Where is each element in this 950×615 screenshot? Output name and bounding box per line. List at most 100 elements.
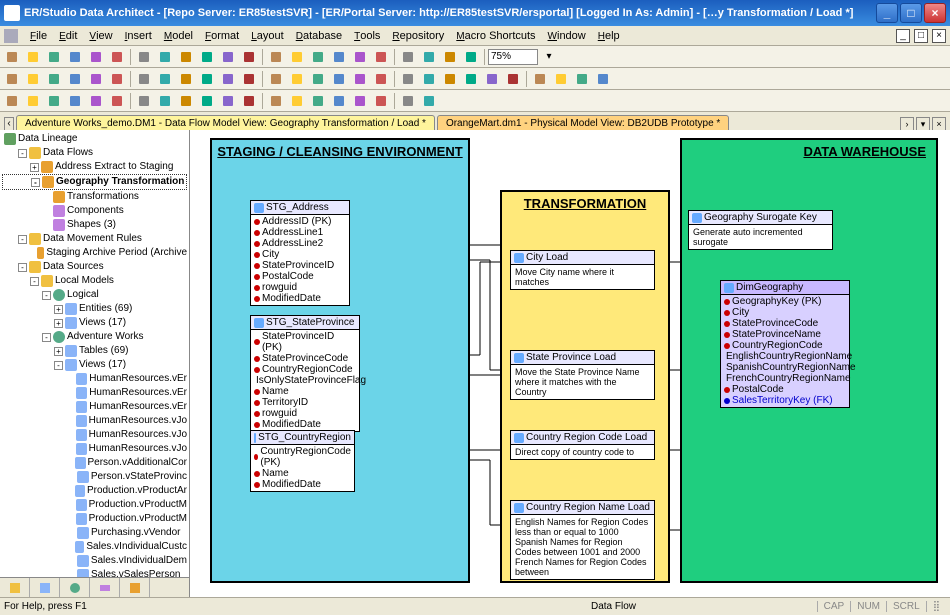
menu-help[interactable]: Help [592, 28, 626, 44]
tree-item[interactable]: -Geography Transformation [2, 174, 187, 190]
tab-close-button[interactable]: × [932, 117, 946, 131]
tree-item[interactable]: -Local Models [2, 274, 187, 288]
tree-toggle[interactable]: + [54, 305, 63, 314]
tree-item[interactable]: +Entities (69) [2, 302, 187, 316]
toolbar-button[interactable] [176, 70, 196, 88]
zoom-dropdown[interactable]: ▾ [539, 48, 559, 66]
toolbar-button[interactable] [350, 70, 370, 88]
tree-toggle[interactable]: + [30, 163, 39, 172]
sidebar-tab-5[interactable] [120, 578, 150, 597]
toolbar-button[interactable] [197, 92, 217, 110]
tree-item[interactable]: +Tables (69) [2, 344, 187, 358]
lineage-tree[interactable]: Data Lineage -Data Flows+Address Extract… [0, 130, 189, 577]
toolbar-button[interactable] [65, 48, 85, 66]
minimize-button[interactable]: _ [876, 3, 898, 23]
toolbar-button[interactable] [2, 70, 22, 88]
toolbar-button[interactable] [239, 92, 259, 110]
tree-item[interactable]: Transformations [2, 190, 187, 204]
menu-repository[interactable]: Repository [386, 28, 450, 44]
maximize-button[interactable]: □ [900, 3, 922, 23]
menu-model[interactable]: Model [158, 28, 199, 44]
toolbar-button[interactable] [44, 70, 64, 88]
menu-format[interactable]: Format [199, 28, 245, 44]
tree-item[interactable]: HumanResources.vEr [2, 372, 187, 386]
entity-stg-address[interactable]: STG_AddressAddressID (PK)AddressLine1Add… [250, 200, 350, 306]
toolbar-button[interactable] [197, 70, 217, 88]
tab-orangemart[interactable]: OrangeMart.dm1 - Physical Model View: DB… [437, 115, 729, 131]
tree-item[interactable]: Sales.vSalesPerson [2, 568, 187, 577]
toolbar-button[interactable] [419, 70, 439, 88]
tree-item[interactable]: Sales.vIndividualCustc [2, 540, 187, 554]
menu-file[interactable]: File [24, 28, 53, 44]
diagram-canvas[interactable]: STAGING / CLEANSING ENVIRONMENT TRANSFOR… [190, 130, 950, 597]
tree-toggle[interactable]: - [18, 235, 27, 244]
tree-toggle[interactable]: - [42, 333, 51, 342]
menu-database[interactable]: Database [290, 28, 348, 44]
tab-scroll-left[interactable]: ‹ [4, 117, 14, 131]
sidebar-tab-1[interactable] [0, 578, 30, 597]
toolbar-button[interactable] [398, 70, 418, 88]
tree-toggle[interactable]: - [54, 361, 63, 370]
toolbar-button[interactable] [593, 70, 613, 88]
tree-toggle[interactable]: - [18, 149, 27, 158]
toolbar-button[interactable] [308, 48, 328, 66]
tree-item[interactable]: Person.vAdditionalCor [2, 456, 187, 470]
tree-item[interactable]: -Data Sources [2, 260, 187, 274]
tree-item[interactable]: -Logical [2, 288, 187, 302]
tree-item[interactable]: HumanResources.vEr [2, 400, 187, 414]
toolbar-button[interactable] [86, 92, 106, 110]
menu-edit[interactable]: Edit [53, 28, 83, 44]
toolbar-button[interactable] [134, 48, 154, 66]
sidebar-tab-2[interactable] [30, 578, 60, 597]
entity-stg-stateprovince[interactable]: STG_StateProvinceStateProvinceID (PK)Sta… [250, 315, 360, 432]
toolbar-button[interactable] [350, 92, 370, 110]
tree-item[interactable]: +Views (17) [2, 316, 187, 330]
toolbar-button[interactable] [197, 48, 217, 66]
toolbar-button[interactable] [329, 92, 349, 110]
tree-item[interactable]: HumanResources.vEr [2, 386, 187, 400]
entity-dimgeography[interactable]: DimGeographyGeographyKey (PK)CityStatePr… [720, 280, 850, 408]
toolbar-button[interactable] [329, 70, 349, 88]
tree-item[interactable]: Shapes (3) [2, 218, 187, 232]
tree-item[interactable]: Production.vProductAr [2, 484, 187, 498]
toolbar-button[interactable] [155, 92, 175, 110]
toolbar-button[interactable] [329, 48, 349, 66]
toolbar-button[interactable] [2, 92, 22, 110]
tab-scroll-right[interactable]: › [900, 117, 914, 131]
toolbar-button[interactable] [134, 92, 154, 110]
toolbar-button[interactable] [572, 70, 592, 88]
tree-toggle[interactable]: - [30, 277, 39, 286]
sidebar-tab-3[interactable] [60, 578, 90, 597]
tree-item[interactable]: +Address Extract to Staging [2, 160, 187, 174]
tree-item[interactable]: HumanResources.vJo [2, 414, 187, 428]
toolbar-button[interactable] [134, 70, 154, 88]
toolbar-button[interactable] [218, 92, 238, 110]
toolbar-button[interactable] [155, 48, 175, 66]
toolbar-button[interactable] [440, 70, 460, 88]
menu-view[interactable]: View [83, 28, 118, 44]
toolbar-button[interactable] [503, 70, 523, 88]
toolbar-button[interactable] [461, 70, 481, 88]
toolbar-button[interactable] [551, 70, 571, 88]
tree-item[interactable]: -Adventure Works [2, 330, 187, 344]
toolbar-button[interactable] [218, 70, 238, 88]
menu-tools[interactable]: Tools [348, 28, 386, 44]
toolbar-button[interactable] [218, 48, 238, 66]
tree-item[interactable]: HumanResources.vJo [2, 442, 187, 456]
toolbar-button[interactable] [398, 48, 418, 66]
mdi-restore-button[interactable]: □ [914, 29, 928, 43]
zoom-input[interactable] [488, 49, 538, 65]
tree-item[interactable]: Production.vProductM [2, 498, 187, 512]
sidebar-tab-4[interactable] [90, 578, 120, 597]
toolbar-button[interactable] [239, 48, 259, 66]
toolbar-button[interactable] [107, 48, 127, 66]
menu-layout[interactable]: Layout [245, 28, 289, 44]
toolbar-button[interactable] [287, 70, 307, 88]
menu-insert[interactable]: Insert [119, 28, 158, 44]
tree-item[interactable]: Person.vStateProvinc [2, 470, 187, 484]
tree-item[interactable]: Sales.vIndividualDem [2, 554, 187, 568]
toolbar-button[interactable] [44, 48, 64, 66]
tree-toggle[interactable]: - [31, 178, 40, 187]
toolbar-button[interactable] [107, 92, 127, 110]
toolbar-button[interactable] [23, 48, 43, 66]
